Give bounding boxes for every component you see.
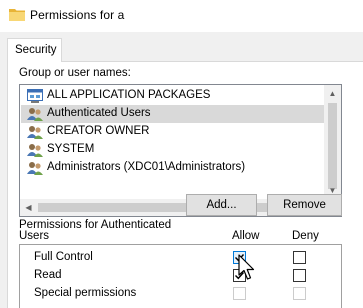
permission-name: Read: [34, 269, 62, 281]
list-item-selected[interactable]: Authenticated Users: [21, 105, 328, 123]
special-permissions-allow-checkbox: [233, 287, 246, 300]
user-name: CREATOR OWNER: [47, 125, 150, 137]
permission-name: Full Control: [34, 251, 93, 263]
allow-column-label: Allow: [232, 230, 260, 242]
vertical-scroll-thumb[interactable]: [328, 103, 337, 189]
users-group-icon: [27, 126, 43, 139]
add-button[interactable]: Add...: [186, 194, 257, 216]
remove-button[interactable]: Remove: [267, 194, 342, 216]
list-item[interactable]: ALL APPLICATION PACKAGES: [21, 87, 328, 105]
user-name: SYSTEM: [47, 143, 95, 155]
special-permissions-deny-checkbox: [293, 287, 306, 300]
user-name: Administrators (XDC01\Administrators): [47, 161, 246, 173]
deny-column-label: Deny: [292, 230, 319, 242]
list-item[interactable]: SYSTEM: [21, 141, 328, 159]
users-group-icon: [27, 144, 43, 157]
mouse-pointer-icon: [238, 254, 255, 280]
window-title: Permissions for a: [30, 8, 125, 22]
full-control-deny-checkbox[interactable]: [293, 251, 306, 264]
vertical-scrollbar[interactable]: ▲ ▼: [324, 85, 341, 199]
user-name: Authenticated Users: [47, 107, 151, 119]
group-or-user-names-label: Group or user names:: [19, 67, 131, 79]
scroll-up-icon[interactable]: ▲: [324, 85, 341, 102]
scroll-left-icon[interactable]: ◀: [20, 199, 37, 216]
list-item[interactable]: Administrators (XDC01\Administrators): [21, 159, 328, 177]
title-bar: Permissions for a: [0, 0, 363, 32]
app-packages-icon: [27, 89, 43, 103]
list-item[interactable]: CREATOR OWNER: [21, 123, 328, 141]
user-name: ALL APPLICATION PACKAGES: [47, 89, 211, 101]
tab-security-label: Security: [15, 44, 57, 56]
users-group-icon: [27, 162, 43, 175]
folder-icon: [9, 9, 25, 21]
permissions-header-users: Users: [19, 230, 50, 242]
users-group-icon: [27, 108, 43, 121]
horizontal-scroll-thumb[interactable]: [38, 203, 301, 212]
permission-name: Special permissions: [34, 287, 137, 299]
read-deny-checkbox[interactable]: [293, 269, 306, 282]
tab-security[interactable]: Security: [7, 38, 62, 62]
